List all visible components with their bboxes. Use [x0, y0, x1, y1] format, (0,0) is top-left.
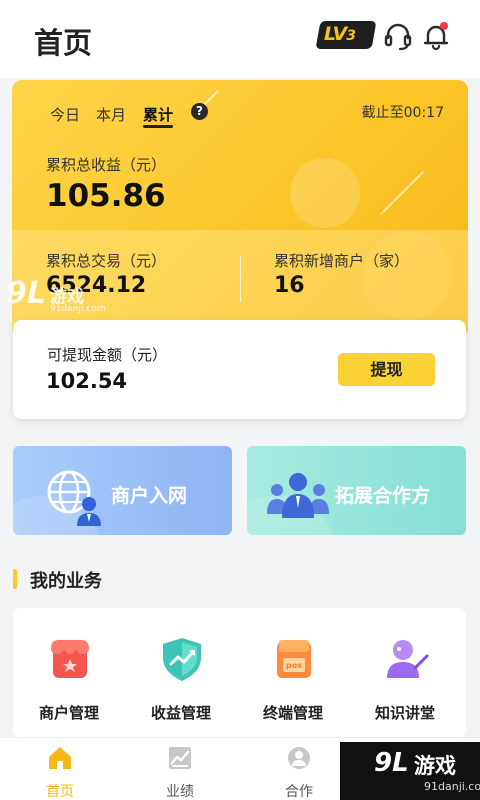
page-title: 首页: [34, 26, 93, 60]
merchant-management-item[interactable]: 商户管理: [19, 626, 119, 726]
nav-home[interactable]: 首页: [15, 744, 105, 800]
knowledge-lecture-label: 知识讲堂: [374, 704, 435, 722]
store-icon: [51, 640, 89, 678]
team-icon: [267, 473, 329, 518]
bell-icon[interactable]: [420, 20, 452, 52]
nav-partner-label: 合作: [285, 784, 313, 800]
expand-partners-tile[interactable]: 拓展合作方: [247, 446, 466, 535]
svg-text:pos: pos: [286, 661, 302, 670]
level-badge-text: LV3: [324, 23, 356, 45]
income-management-label: 收益管理: [150, 704, 211, 722]
merchant-onboarding-tile[interactable]: 商户入网: [13, 446, 232, 535]
my-business-title: 我的业务: [30, 571, 102, 592]
nav-home-label: 首页: [46, 784, 74, 800]
total-volume-label: 累积总交易（元）: [46, 252, 167, 270]
knowledge-lecture-item[interactable]: 知识讲堂: [355, 626, 455, 726]
terminal-management-label: 终端管理: [262, 704, 323, 722]
terminal-management-item[interactable]: pos 终端管理: [243, 626, 343, 726]
app-header: 首页 LV3: [0, 0, 480, 78]
decor-streak: [380, 171, 424, 215]
headset-icon[interactable]: [382, 20, 414, 52]
merchant-management-label: 商户管理: [38, 704, 99, 722]
tab-cumulative[interactable]: 累计: [143, 104, 173, 125]
nav-performance[interactable]: 业绩: [135, 744, 225, 800]
nav-performance-label: 业绩: [166, 784, 194, 800]
globe-person-icon: [47, 470, 101, 526]
watermark-logo: 9L 游戏 91danji.com: [6, 276, 106, 314]
income-management-item[interactable]: 收益管理: [131, 626, 231, 726]
expand-partners-label: 拓展合作方: [335, 485, 431, 507]
total-income-label: 累积总收益（元）: [46, 156, 167, 174]
chart-icon: [169, 747, 191, 769]
shield-chart-icon: [163, 638, 201, 681]
home-icon: [49, 747, 71, 769]
tab-this-month[interactable]: 本月: [96, 104, 126, 125]
withdraw-button[interactable]: 提现: [338, 353, 435, 386]
section-accent-bar: [13, 569, 17, 589]
withdrawable-value: 102.54: [46, 369, 128, 393]
watermark-logo: 9L 游戏 91danji.com: [340, 742, 480, 800]
help-icon[interactable]: ?: [191, 103, 208, 120]
nav-partner[interactable]: 合作: [254, 744, 344, 800]
pos-terminal-icon: pos: [277, 640, 311, 678]
withdrawable-label: 可提现金额（元）: [47, 346, 168, 364]
active-tab-indicator: [143, 125, 173, 128]
as-of-time: 截止至00:17: [361, 105, 444, 121]
merchant-onboarding-label: 商户入网: [111, 485, 188, 507]
decor-bubble: [290, 158, 360, 228]
tab-today[interactable]: 今日: [50, 104, 80, 125]
partner-icon: [288, 747, 310, 769]
new-merchants-label: 累积新增商户（家）: [274, 252, 410, 270]
business-grid: 商户管理 收益管理 pos 终端管理 知识讲堂: [13, 608, 466, 738]
new-merchants-value: 16: [274, 273, 305, 298]
stats-divider: [240, 256, 241, 302]
lecture-icon: [387, 640, 429, 678]
withdraw-card: 可提现金额（元） 102.54 提现: [13, 320, 466, 419]
total-income-value: 105.86: [46, 178, 166, 214]
notification-dot: [440, 22, 448, 30]
